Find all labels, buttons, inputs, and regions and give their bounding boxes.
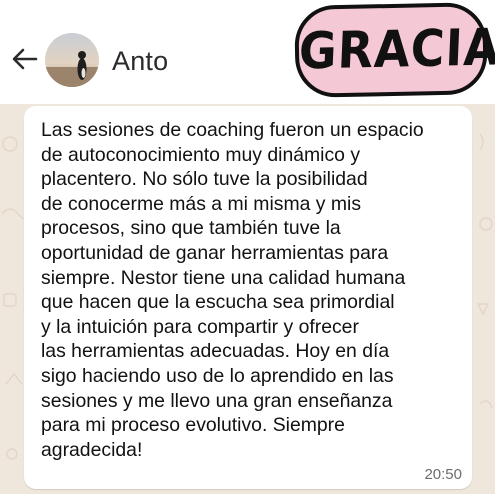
avatar[interactable] bbox=[45, 33, 99, 87]
chat-header: Anto GRACIAS bbox=[0, 0, 495, 104]
arrow-left-icon[interactable] bbox=[10, 44, 40, 74]
message-text: Las sesiones de coaching fueron un espac… bbox=[41, 119, 424, 461]
contact-name[interactable]: Anto bbox=[112, 46, 168, 77]
gracias-sticker: GRACIAS bbox=[294, 1, 495, 99]
sticker-text: GRACIAS bbox=[297, 16, 495, 81]
message-bubble[interactable]: Las sesiones de coaching fueron un espac… bbox=[24, 106, 472, 489]
message-timestamp: 20:50 bbox=[424, 466, 462, 483]
